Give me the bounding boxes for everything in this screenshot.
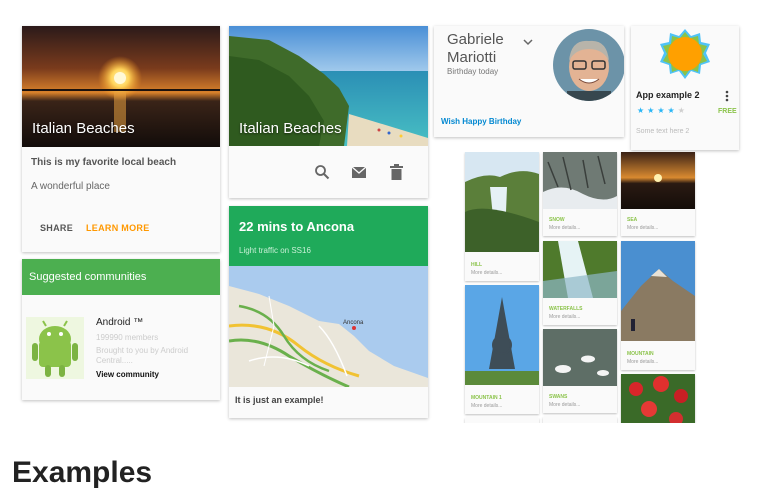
tile-more-link[interactable]: More details... <box>549 402 580 408</box>
share-button[interactable]: SHARE <box>40 223 73 233</box>
tile-more-link[interactable]: More details... <box>471 270 502 276</box>
grid-tile-hill[interactable]: HILL More details... <box>465 152 539 281</box>
birthday-status: Birthday today <box>447 67 499 76</box>
swans-image <box>543 329 617 386</box>
tile-more-link[interactable]: More details... <box>549 225 580 231</box>
card-headline: This is my favorite local beach <box>31 157 177 168</box>
star-filled-icon: ★ <box>657 106 668 115</box>
star-filled-icon: ★ <box>667 106 678 115</box>
more-vert-icon[interactable] <box>725 89 729 102</box>
beach-card-middle: Italian Beaches <box>229 26 428 198</box>
tile-more-link[interactable]: More details... <box>627 359 658 365</box>
contact-last-name: Mariotti <box>447 49 497 66</box>
app-title: App example 2 <box>636 90 700 100</box>
tile-more-link[interactable]: More details... <box>627 225 658 231</box>
travel-footer: It is just an example! <box>235 395 324 405</box>
app-price: FREE <box>718 108 737 115</box>
search-icon[interactable] <box>314 164 330 180</box>
communities-header-title: Suggested communities <box>29 271 147 283</box>
delete-icon[interactable] <box>390 164 403 180</box>
app-placeholder-text: Some text here 2 <box>636 128 690 135</box>
tile-label: WATERFALLS <box>549 306 583 312</box>
learn-more-button[interactable]: LEARN MORE <box>86 223 150 233</box>
card-title: Italian Beaches <box>239 120 342 137</box>
travel-card: 22 mins to Ancona Light traffic on SS16 … <box>229 206 428 418</box>
avatar <box>553 29 624 101</box>
tile-more-link[interactable]: More details... <box>471 403 502 409</box>
waterfalls-image <box>543 241 617 298</box>
wish-birthday-button[interactable]: Wish Happy Birthday <box>441 117 521 126</box>
grid-tile-sea[interactable]: SEA More details... <box>621 152 695 236</box>
tile-label: SEA <box>627 217 638 223</box>
grid-tile-waterfalls[interactable]: WATERFALLS More details... <box>543 241 617 325</box>
hill-image <box>465 152 539 252</box>
star-filled-icon: ★ <box>647 106 658 115</box>
star-filled-icon: ★ <box>637 106 648 115</box>
travel-subtitle: Light traffic on SS16 <box>239 246 311 255</box>
grid-tile-roses[interactable] <box>621 374 695 423</box>
contact-first-name: Gabriele <box>447 31 504 48</box>
roses-image <box>621 374 695 423</box>
travel-header: 22 mins to Ancona Light traffic on SS16 <box>229 206 428 266</box>
card-title: Italian Beaches <box>32 120 135 137</box>
community-name: Android ™ <box>96 317 144 328</box>
android-avatar <box>26 317 84 379</box>
card-description: A wonderful place <box>31 181 110 192</box>
beach-card-left: Italian Beaches This is my favorite loca… <box>22 26 220 252</box>
grid-tile-snow[interactable]: SNOW More details... <box>543 152 617 236</box>
map-image[interactable]: Ancona <box>229 266 428 387</box>
mountain-image <box>621 241 695 341</box>
tile-label: SWANS <box>549 394 568 400</box>
grid-tile-swans[interactable]: SWANS More details... <box>543 329 617 413</box>
app-logo <box>659 28 711 80</box>
sea-image <box>621 152 695 209</box>
tile-more-link[interactable]: More details... <box>549 314 580 320</box>
photo-grid: HILL More details... SNOW More details..… <box>463 152 697 423</box>
chevron-down-icon[interactable] <box>523 33 533 46</box>
birthday-card: Gabriele Mariotti Birthday today Wish Ha… <box>434 26 624 137</box>
grid-tile-partial <box>543 417 617 423</box>
tile-label: SNOW <box>549 217 565 223</box>
view-community-link[interactable]: View community <box>96 370 159 379</box>
communities-header: Suggested communities <box>22 259 220 295</box>
rating-stars: ★★★★★ <box>637 106 688 115</box>
map-city-label: Ancona <box>343 320 364 326</box>
app-card: App example 2 ★★★★★ FREE Some text here … <box>631 26 739 150</box>
grid-tile-partial <box>465 418 539 423</box>
community-brought-by: Brought to you by Android Central..... <box>96 346 189 365</box>
tile-label: HILL <box>471 262 483 268</box>
star-empty-icon: ★ <box>677 106 688 115</box>
mountain-1-image <box>465 285 539 385</box>
travel-title: 22 mins to Ancona <box>239 219 355 234</box>
grid-tile-mountain[interactable]: MOUNTAIN More details... <box>621 241 695 370</box>
communities-card: Suggested communities Android ™ 199990 m… <box>22 259 220 400</box>
snow-image <box>543 152 617 209</box>
tile-label: MOUNTAIN 1 <box>471 395 502 401</box>
mail-icon[interactable] <box>351 166 367 179</box>
tile-label: MOUNTAIN <box>627 351 654 357</box>
community-members: 199990 members <box>96 333 159 342</box>
grid-tile-mountain-1[interactable]: MOUNTAIN 1 More details... <box>465 285 539 414</box>
section-heading: Examples <box>12 456 153 489</box>
